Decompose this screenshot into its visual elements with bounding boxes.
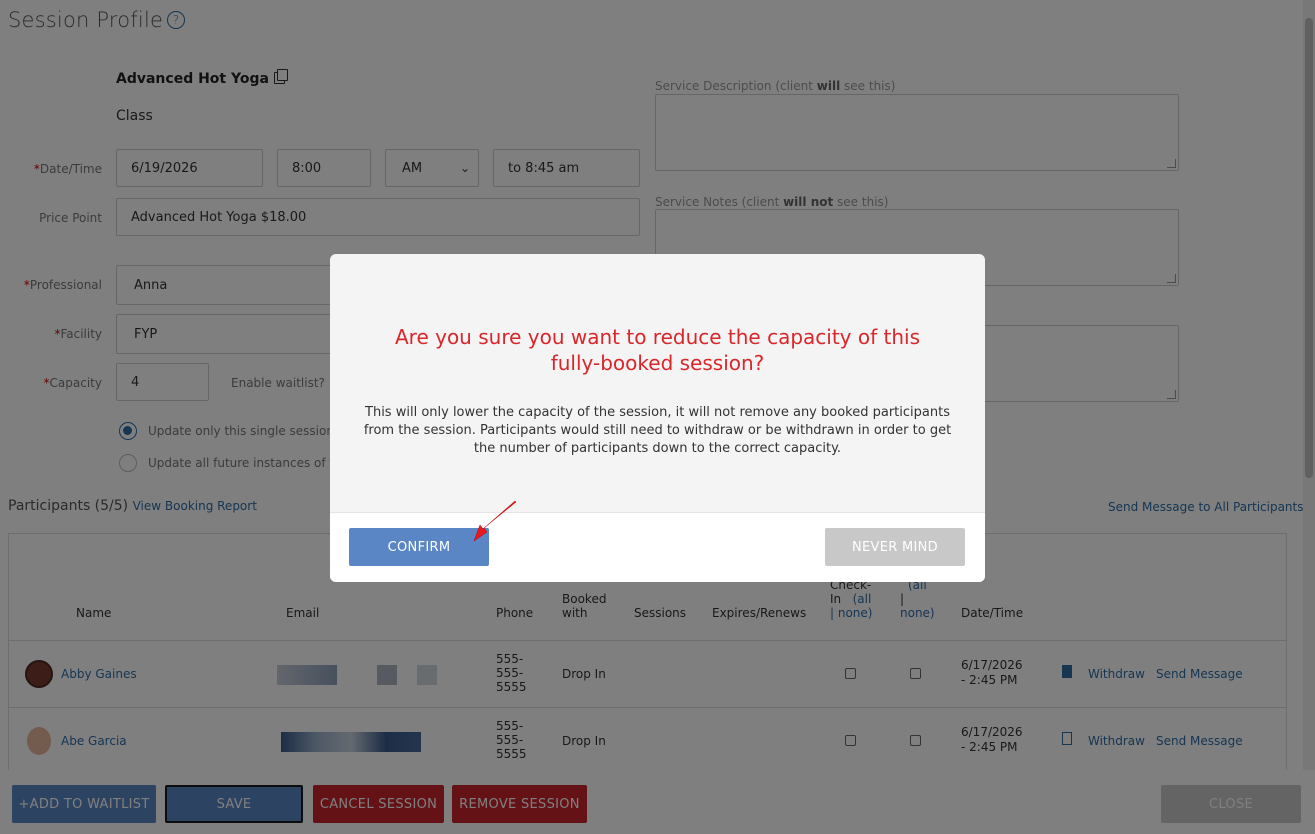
dialog-footer: CONFIRM NEVER MIND <box>330 512 985 582</box>
confirm-dialog: Are you sure you want to reduce the capa… <box>330 254 985 582</box>
dialog-title: Are you sure you want to reduce the capa… <box>394 325 921 375</box>
confirm-button[interactable]: CONFIRM <box>349 528 489 566</box>
annotation-arrow <box>473 500 517 542</box>
dialog-message: This will only lower the capacity of the… <box>363 405 952 456</box>
never-mind-button[interactable]: NEVER MIND <box>825 528 965 566</box>
